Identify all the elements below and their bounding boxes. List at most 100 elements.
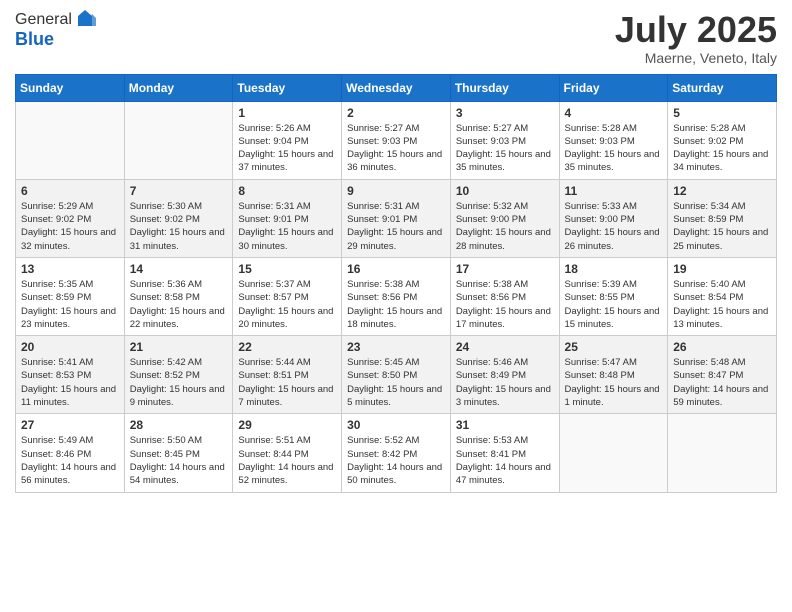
day-number: 31: [456, 418, 554, 432]
calendar-cell: 2Sunrise: 5:27 AMSunset: 9:03 PMDaylight…: [342, 101, 451, 179]
calendar-cell: 11 Sunrise: 5:33 AMSunset: 9:00 PMDayligh…: [559, 179, 668, 257]
calendar-week-row: 27 Sunrise: 5:49 AMSunset: 8:46 PMDayligh…: [16, 414, 777, 492]
day-info: Sunrise: 5:38 AMSunset: 8:56 PMDaylight:…: [347, 278, 445, 331]
day-info: Sunrise: 5:46 AMSunset: 8:49 PMDaylight:…: [456, 356, 554, 409]
calendar-cell: 3 Sunrise: 5:27 AMSunset: 9:03 PMDaylight…: [450, 101, 559, 179]
day-info: Sunrise: 5:50 AMSunset: 8:45 PMDaylight:…: [130, 434, 228, 487]
day-number: 11: [565, 184, 663, 198]
calendar-week-row: 20 Sunrise: 5:41 AMSunset: 8:53 PMDayligh…: [16, 336, 777, 414]
day-number: 10: [456, 184, 554, 198]
calendar-header-row: SundayMondayTuesdayWednesdayThursdayFrid…: [16, 74, 777, 101]
calendar-cell: 22Sunrise: 5:44 AMSunset: 8:51 PMDayligh…: [233, 336, 342, 414]
calendar-col-sunday: Sunday: [16, 74, 125, 101]
day-info: Sunrise: 5:41 AMSunset: 8:53 PMDaylight:…: [21, 356, 119, 409]
logo: General Blue: [15, 10, 96, 50]
calendar-cell: [124, 101, 233, 179]
day-number: 23: [347, 340, 445, 354]
calendar-cell: 27 Sunrise: 5:49 AMSunset: 8:46 PMDayligh…: [16, 414, 125, 492]
calendar-col-saturday: Saturday: [668, 74, 777, 101]
calendar-cell: 17Sunrise: 5:38 AMSunset: 8:56 PMDayligh…: [450, 257, 559, 335]
day-number: 27: [21, 418, 119, 432]
day-info: Sunrise: 5:45 AMSunset: 8:50 PMDaylight:…: [347, 356, 445, 409]
calendar-cell: 12 Sunrise: 5:34 AMSunset: 8:59 PMDayligh…: [668, 179, 777, 257]
day-info: Sunrise: 5:33 AMSunset: 9:00 PMDaylight:…: [565, 200, 663, 253]
calendar-cell: 28Sunrise: 5:50 AMSunset: 8:45 PMDayligh…: [124, 414, 233, 492]
day-number: 15: [238, 262, 336, 276]
calendar-cell: 5 Sunrise: 5:28 AMSunset: 9:02 PMDaylight…: [668, 101, 777, 179]
day-info: Sunrise: 5:28 AMSunset: 9:02 PMDaylight:…: [673, 122, 771, 175]
day-info: Sunrise: 5:31 AMSunset: 9:01 PMDaylight:…: [238, 200, 336, 253]
day-number: 24: [456, 340, 554, 354]
day-info: Sunrise: 5:26 AMSunset: 9:04 PMDaylight:…: [238, 122, 336, 175]
day-number: 25: [565, 340, 663, 354]
calendar-cell: 8 Sunrise: 5:31 AMSunset: 9:01 PMDaylight…: [233, 179, 342, 257]
location: Maerne, Veneto, Italy: [615, 50, 777, 66]
calendar-week-row: 1 Sunrise: 5:26 AMSunset: 9:04 PMDaylight…: [16, 101, 777, 179]
calendar-cell: [16, 101, 125, 179]
day-info: Sunrise: 5:37 AMSunset: 8:57 PMDaylight:…: [238, 278, 336, 331]
calendar-cell: 1 Sunrise: 5:26 AMSunset: 9:04 PMDaylight…: [233, 101, 342, 179]
calendar-cell: 29 Sunrise: 5:51 AMSunset: 8:44 PMDayligh…: [233, 414, 342, 492]
day-info: Sunrise: 5:34 AMSunset: 8:59 PMDaylight:…: [673, 200, 771, 253]
calendar-col-friday: Friday: [559, 74, 668, 101]
logo-blue-text: Blue: [15, 30, 96, 50]
calendar-cell: 7Sunrise: 5:30 AMSunset: 9:02 PMDaylight…: [124, 179, 233, 257]
calendar-cell: 26 Sunrise: 5:48 AMSunset: 8:47 PMDayligh…: [668, 336, 777, 414]
day-info: Sunrise: 5:51 AMSunset: 8:44 PMDaylight:…: [238, 434, 336, 487]
day-number: 9: [347, 184, 445, 198]
day-info: Sunrise: 5:52 AMSunset: 8:42 PMDaylight:…: [347, 434, 445, 487]
day-info: Sunrise: 5:53 AMSunset: 8:41 PMDaylight:…: [456, 434, 554, 487]
calendar-cell: 13 Sunrise: 5:35 AMSunset: 8:59 PMDayligh…: [16, 257, 125, 335]
day-number: 1: [238, 106, 336, 120]
calendar-cell: 31 Sunrise: 5:53 AMSunset: 8:41 PMDayligh…: [450, 414, 559, 492]
calendar-cell: 9Sunrise: 5:31 AMSunset: 9:01 PMDaylight…: [342, 179, 451, 257]
calendar-cell: [559, 414, 668, 492]
day-info: Sunrise: 5:29 AMSunset: 9:02 PMDaylight:…: [21, 200, 119, 253]
calendar-cell: 10Sunrise: 5:32 AMSunset: 9:00 PMDayligh…: [450, 179, 559, 257]
day-number: 16: [347, 262, 445, 276]
day-number: 19: [673, 262, 771, 276]
day-number: 3: [456, 106, 554, 120]
day-number: 13: [21, 262, 119, 276]
day-number: 12: [673, 184, 771, 198]
day-number: 14: [130, 262, 228, 276]
calendar-cell: 30Sunrise: 5:52 AMSunset: 8:42 PMDayligh…: [342, 414, 451, 492]
day-number: 29: [238, 418, 336, 432]
day-number: 20: [21, 340, 119, 354]
calendar-table: SundayMondayTuesdayWednesdayThursdayFrid…: [15, 74, 777, 493]
day-number: 8: [238, 184, 336, 198]
calendar-col-monday: Monday: [124, 74, 233, 101]
day-number: 26: [673, 340, 771, 354]
day-info: Sunrise: 5:44 AMSunset: 8:51 PMDaylight:…: [238, 356, 336, 409]
calendar-cell: 16 Sunrise: 5:38 AMSunset: 8:56 PMDayligh…: [342, 257, 451, 335]
calendar-cell: 25Sunrise: 5:47 AMSunset: 8:48 PMDayligh…: [559, 336, 668, 414]
day-info: Sunrise: 5:40 AMSunset: 8:54 PMDaylight:…: [673, 278, 771, 331]
day-info: Sunrise: 5:27 AMSunset: 9:03 PMDaylight:…: [456, 122, 554, 175]
day-number: 2: [347, 106, 445, 120]
day-info: Sunrise: 5:38 AMSunset: 8:56 PMDaylight:…: [456, 278, 554, 331]
day-number: 4: [565, 106, 663, 120]
calendar-cell: 20 Sunrise: 5:41 AMSunset: 8:53 PMDayligh…: [16, 336, 125, 414]
calendar-col-thursday: Thursday: [450, 74, 559, 101]
page: General Blue July 2025 Maerne, Veneto, I…: [0, 0, 792, 612]
header: General Blue July 2025 Maerne, Veneto, I…: [15, 10, 777, 66]
calendar-cell: 19 Sunrise: 5:40 AMSunset: 8:54 PMDayligh…: [668, 257, 777, 335]
calendar-col-wednesday: Wednesday: [342, 74, 451, 101]
logo-icon: [74, 8, 96, 30]
logo-general-text: General: [15, 11, 72, 29]
title-block: July 2025 Maerne, Veneto, Italy: [615, 10, 777, 66]
day-info: Sunrise: 5:48 AMSunset: 8:47 PMDaylight:…: [673, 356, 771, 409]
calendar-week-row: 6Sunrise: 5:29 AMSunset: 9:02 PMDaylight…: [16, 179, 777, 257]
day-number: 7: [130, 184, 228, 198]
day-info: Sunrise: 5:42 AMSunset: 8:52 PMDaylight:…: [130, 356, 228, 409]
calendar-cell: 23 Sunrise: 5:45 AMSunset: 8:50 PMDayligh…: [342, 336, 451, 414]
day-number: 21: [130, 340, 228, 354]
day-number: 5: [673, 106, 771, 120]
day-number: 18: [565, 262, 663, 276]
calendar-week-row: 13 Sunrise: 5:35 AMSunset: 8:59 PMDayligh…: [16, 257, 777, 335]
calendar-cell: 24 Sunrise: 5:46 AMSunset: 8:49 PMDayligh…: [450, 336, 559, 414]
month-title: July 2025: [615, 10, 777, 50]
calendar-cell: [668, 414, 777, 492]
day-info: Sunrise: 5:35 AMSunset: 8:59 PMDaylight:…: [21, 278, 119, 331]
day-info: Sunrise: 5:49 AMSunset: 8:46 PMDaylight:…: [21, 434, 119, 487]
